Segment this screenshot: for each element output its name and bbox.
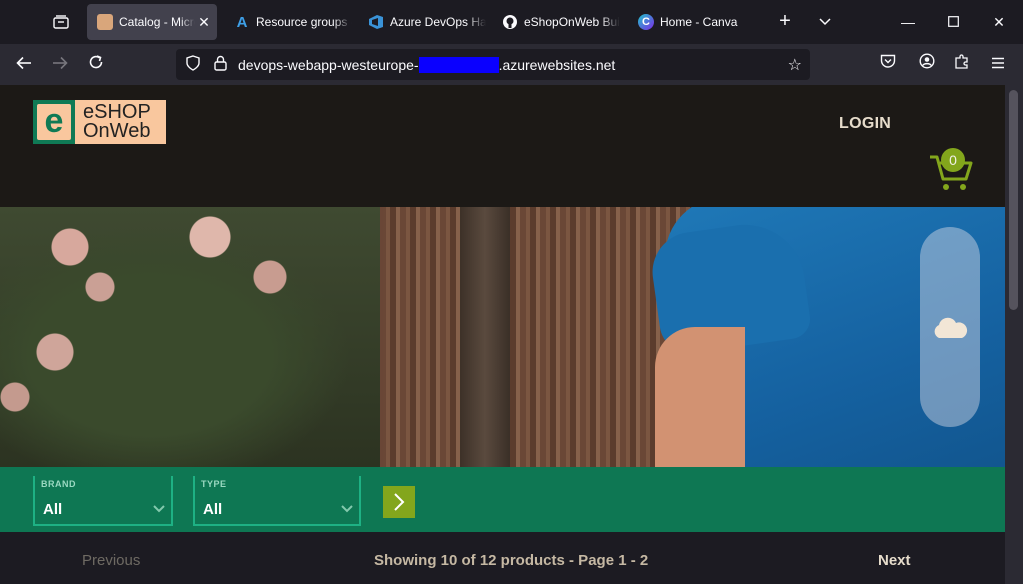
tab-label: Azure DevOps Hands-on Labs — [390, 15, 486, 29]
close-tab-icon[interactable]: ✕ — [195, 14, 213, 31]
tab-catalog[interactable]: Catalog - Microsoft eShopOnWeb ✕ — [87, 4, 217, 40]
redacted-block — [418, 56, 499, 73]
scrollbar-thumb[interactable] — [1009, 90, 1018, 310]
hero-banner-image — [0, 207, 1005, 467]
hero-foliage — [0, 207, 380, 467]
eshop-logo[interactable]: e eSHOP OnWeb — [33, 100, 166, 144]
devops-favicon-icon — [368, 14, 384, 30]
hero-fence-post — [460, 207, 510, 467]
apply-filter-button[interactable] — [383, 486, 415, 518]
maximize-window-icon[interactable] — [939, 8, 967, 36]
tab-resource-groups[interactable]: A Resource groups - Microsoft Azure — [224, 4, 352, 40]
eshop-page: e eSHOP OnWeb LOGIN 0 BRAND All TYPE All… — [0, 85, 1005, 584]
previous-page-link[interactable]: Previous — [82, 552, 140, 569]
lock-icon[interactable] — [214, 55, 230, 74]
catalog-favicon-icon — [97, 14, 113, 30]
chevron-down-icon — [153, 502, 165, 516]
tab-label: Resource groups - Microsoft Azure — [256, 15, 352, 29]
brand-filter-label: BRAND — [41, 479, 76, 489]
back-arrow-icon[interactable] — [11, 52, 37, 78]
close-window-icon[interactable]: ✕ — [985, 8, 1013, 36]
url-suffix: .azurewebsites.net — [498, 56, 616, 73]
type-filter-label: TYPE — [201, 479, 227, 489]
extensions-puzzle-icon[interactable] — [950, 53, 974, 77]
tab-canva[interactable]: C Home - Canva — [628, 4, 756, 40]
tab-azure-devops[interactable]: Azure DevOps Hands-on Labs — [358, 4, 486, 40]
pagination-info: Showing 10 of 12 products - Page 1 - 2 — [374, 552, 649, 569]
browser-tab-bar: Catalog - Microsoft eShopOnWeb ✕ A Resou… — [0, 0, 1023, 44]
filter-bar: BRAND All TYPE All — [0, 467, 1005, 532]
type-filter-select[interactable]: TYPE All — [193, 476, 361, 526]
minimize-window-icon[interactable]: — — [894, 8, 922, 36]
tab-eshoponweb-build[interactable]: eShopOnWeb Build — [492, 4, 620, 40]
reload-icon[interactable] — [83, 52, 109, 78]
pocket-icon[interactable] — [876, 53, 900, 77]
browser-nav-bar: devops-webapp-westeurope- .azurewebsites… — [0, 44, 1023, 85]
tab-label: Catalog - Microsoft eShopOnWeb — [119, 15, 195, 29]
new-tab-button[interactable]: + — [773, 10, 797, 34]
bookmark-star-icon[interactable]: ☆ — [788, 55, 802, 75]
next-page-link[interactable]: Next — [878, 552, 911, 569]
chevron-right-icon — [394, 493, 405, 511]
canva-favicon-icon: C — [638, 14, 654, 30]
list-tabs-chevron-icon[interactable] — [814, 10, 836, 34]
tab-label: eShopOnWeb Build — [524, 15, 620, 29]
chevron-down-icon — [341, 502, 353, 516]
login-link[interactable]: LOGIN — [839, 115, 891, 133]
url-text: devops-webapp-westeurope- .azurewebsites… — [238, 56, 616, 73]
address-bar[interactable]: devops-webapp-westeurope- .azurewebsites… — [176, 49, 810, 80]
logo-text: eSHOP OnWeb — [83, 102, 151, 142]
tab-label: Home - Canva — [660, 15, 738, 29]
logo-mark: e — [33, 100, 75, 144]
cloud-icon — [934, 317, 968, 338]
pagination-bar: Previous Showing 10 of 12 products - Pag… — [0, 532, 1005, 584]
brand-filter-value: All — [43, 501, 63, 518]
github-favicon-icon — [502, 14, 518, 30]
forward-arrow-icon[interactable] — [47, 52, 73, 78]
logo-letter: e — [37, 104, 71, 140]
azure-favicon-icon: A — [236, 13, 248, 31]
url-prefix: devops-webapp-westeurope- — [238, 56, 419, 73]
cart-count-badge[interactable]: 0 — [941, 148, 965, 172]
logo-line-2: OnWeb — [83, 120, 151, 142]
account-icon[interactable] — [915, 53, 939, 77]
tracking-shield-icon[interactable] — [186, 55, 202, 74]
menu-hamburger-icon[interactable] — [986, 53, 1010, 77]
brand-filter-select[interactable]: BRAND All — [33, 476, 173, 526]
type-filter-value: All — [203, 501, 223, 518]
tab-overview-icon[interactable] — [48, 10, 74, 34]
hero-arm — [655, 327, 745, 467]
